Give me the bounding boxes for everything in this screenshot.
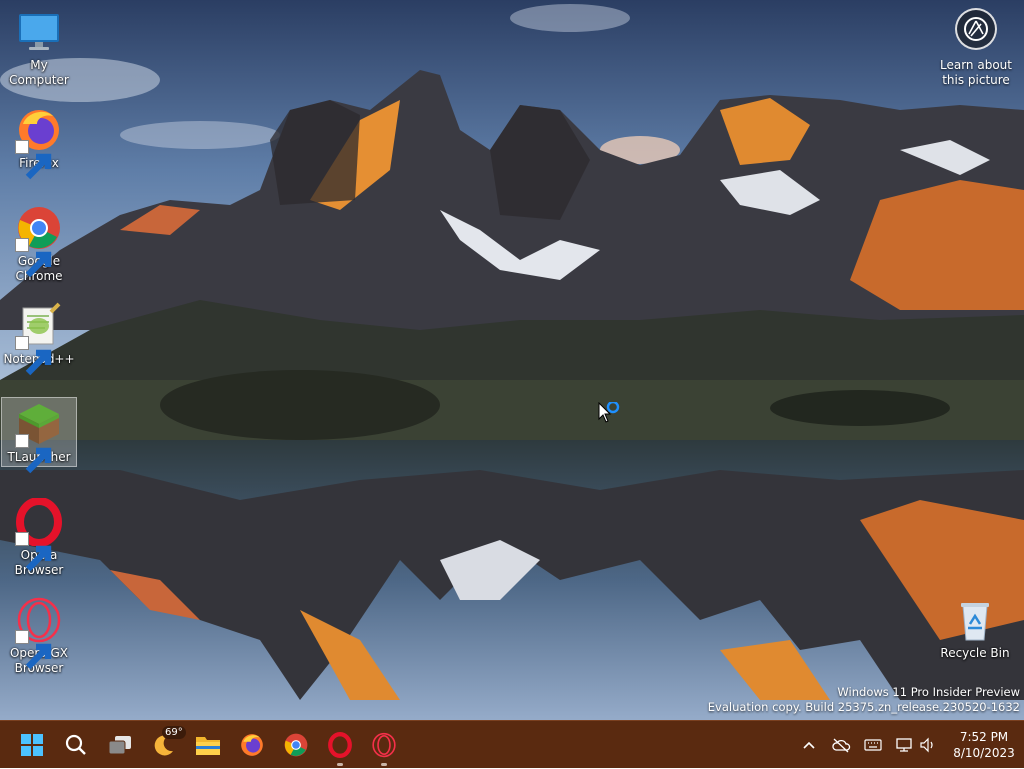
- touch-keyboard-button[interactable]: [860, 721, 886, 769]
- desktop-icon-notepad-plus-plus[interactable]: Notepad++: [1, 300, 77, 376]
- weather-temperature: 69°: [162, 726, 186, 739]
- desktop-icon-label: My Computer: [9, 58, 69, 87]
- taskbar-file-explorer[interactable]: [186, 721, 230, 769]
- running-indicator: [337, 763, 343, 766]
- camera-lens-icon: [955, 8, 997, 50]
- minecraft-grass-block-icon: [15, 400, 63, 474]
- desktop-icon-google-chrome[interactable]: Google Chrome: [1, 202, 77, 284]
- show-hidden-icons-button[interactable]: [798, 721, 820, 769]
- taskbar-opera[interactable]: [318, 721, 362, 769]
- onedrive-status-button[interactable]: [828, 721, 854, 769]
- taskbar-opera-gx[interactable]: [362, 721, 406, 769]
- wallpaper-mountain-lake: [0, 0, 1024, 720]
- cloud-offline-icon: [832, 738, 851, 753]
- speaker-icon: [920, 737, 933, 753]
- desktop-icon-opera-gx-browser[interactable]: Opera GX Browser: [1, 594, 77, 676]
- start-button[interactable]: [10, 721, 54, 769]
- opera-icon: [15, 498, 63, 572]
- opera-gx-icon: [15, 596, 63, 670]
- volume-button[interactable]: [916, 721, 940, 769]
- taskbar: 69° 7:52 PM 8/10/2023: [0, 720, 1024, 768]
- search-icon: [65, 734, 86, 755]
- folder-icon: [196, 737, 220, 755]
- firefox-icon: [15, 106, 63, 180]
- shortcut-arrow-icon: [15, 434, 52, 474]
- clock-time: 7:52 PM: [959, 730, 1009, 744]
- watermark-build: Evaluation copy. Build 25375.zn_release.…: [707, 700, 1020, 714]
- shortcut-arrow-icon: [15, 630, 52, 670]
- chrome-icon: [284, 733, 308, 757]
- desktop: My Computer Firefox Google Chrome Notepa…: [0, 0, 1024, 720]
- taskbar-firefox[interactable]: [230, 721, 274, 769]
- windows-logo-icon: [21, 734, 43, 756]
- search-button[interactable]: [54, 721, 98, 769]
- task-view-button[interactable]: [98, 721, 142, 769]
- clock-date: 8/10/2023: [953, 746, 1015, 760]
- notepad-plus-plus-icon: [15, 302, 63, 376]
- desktop-icon-firefox[interactable]: Firefox: [1, 104, 77, 180]
- shortcut-arrow-icon: [15, 532, 52, 572]
- desktop-icon-label: Recycle Bin: [940, 646, 1010, 660]
- shortcut-arrow-icon: [15, 336, 52, 376]
- mouse-cursor-busy-icon: [598, 402, 620, 423]
- desktop-icon-opera-browser[interactable]: Opera Browser: [1, 496, 77, 578]
- watermark-edition: Windows 11 Pro Insider Preview: [837, 685, 1020, 699]
- chrome-icon: [15, 204, 63, 278]
- network-button[interactable]: [892, 721, 916, 769]
- running-indicator: [381, 763, 387, 766]
- shortcut-arrow-icon: [15, 238, 52, 278]
- desktop-icon-recycle-bin[interactable]: Recycle Bin: [937, 594, 1013, 661]
- network-ethernet-icon: [896, 738, 912, 752]
- task-view-icon: [108, 736, 131, 755]
- taskbar-chrome[interactable]: [274, 721, 318, 769]
- shortcut-arrow-icon: [15, 140, 52, 180]
- chevron-up-icon: [803, 741, 815, 749]
- recycle-bin-icon: [951, 596, 999, 644]
- monitor-icon: [15, 8, 63, 56]
- firefox-icon: [241, 734, 263, 756]
- desktop-icon-my-computer[interactable]: My Computer: [1, 6, 77, 88]
- keyboard-icon: [864, 739, 882, 751]
- taskbar-clock[interactable]: 7:52 PM 8/10/2023: [944, 721, 1024, 769]
- desktop-icon-tlauncher[interactable]: TLauncher: [1, 397, 77, 474]
- opera-gx-icon: [372, 732, 396, 758]
- learn-about-this-picture-label: Learn about this picture: [940, 58, 1012, 87]
- learn-about-this-picture[interactable]: Learn about this picture: [936, 8, 1016, 88]
- evaluation-watermark: Windows 11 Pro Insider Preview Evaluatio…: [708, 685, 1020, 715]
- opera-icon: [328, 732, 352, 758]
